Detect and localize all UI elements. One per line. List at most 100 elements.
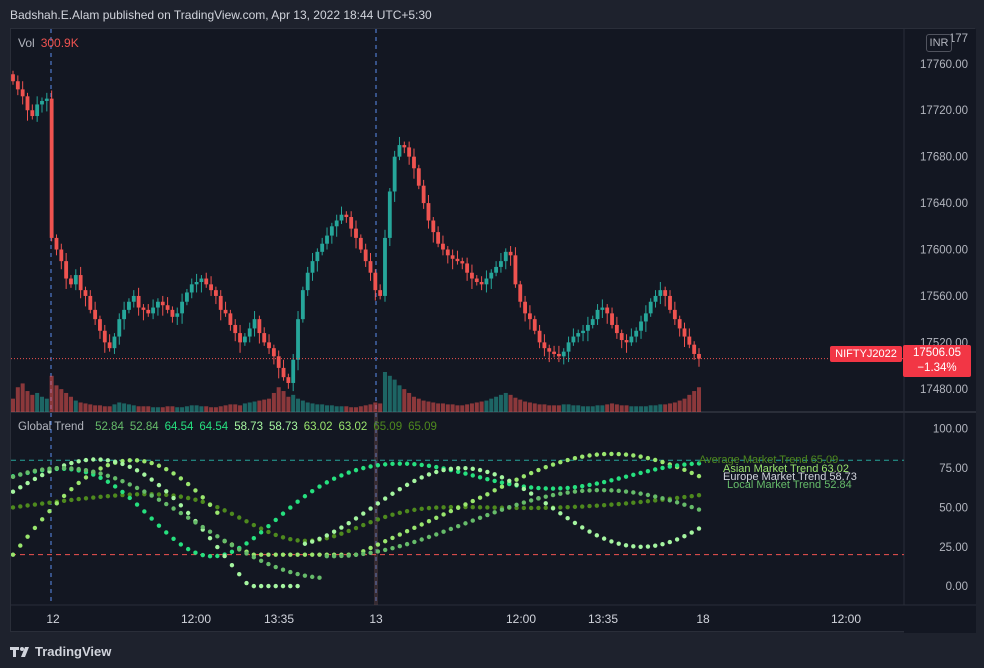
indicator-point: [244, 541, 249, 546]
indicator-point: [76, 466, 81, 472]
candle-body: [204, 278, 209, 285]
volume-bar: [581, 406, 586, 412]
indicator-point: [623, 452, 629, 457]
candle-body: [252, 319, 257, 329]
candle-body: [416, 168, 421, 186]
indicator-point: [390, 545, 395, 551]
candle-body: [160, 301, 165, 306]
candle-body: [11, 74, 15, 82]
indicator-point: [310, 488, 315, 494]
candle-body: [64, 261, 69, 279]
candle-body: [271, 348, 276, 357]
indicator-point: [565, 515, 570, 521]
volume-bar: [204, 406, 209, 412]
volume-bar: [494, 396, 499, 412]
tradingview-brand: TradingView: [35, 644, 112, 659]
indicator-point: [69, 466, 74, 471]
candle-body: [499, 261, 503, 267]
chart-canvas[interactable]: 17760.00 17720.00 17680.00 17640.00 17600.00…: [11, 29, 976, 633]
indicator-point: [207, 529, 213, 534]
candle-body: [320, 243, 325, 252]
indicator-point: [317, 575, 322, 580]
volume-bar: [440, 403, 445, 412]
tradingview-logo[interactable]: TradingView: [10, 644, 111, 659]
indicator-point: [404, 482, 410, 488]
indicator-point: [244, 551, 249, 556]
time-axis-label: 18: [696, 612, 710, 626]
candle-body: [532, 319, 537, 331]
indicator-point: [463, 521, 468, 526]
time-axis-label: 12: [46, 612, 60, 626]
indicator-point: [587, 488, 592, 493]
volume-bar: [373, 402, 378, 412]
volume-bar: [595, 405, 600, 412]
chart-frame[interactable]: 17760.00 17720.00 17680.00 17640.00 17600.00…: [10, 28, 976, 633]
candle-body: [634, 330, 639, 337]
volume-bar: [39, 396, 45, 412]
indicator-point: [616, 488, 621, 494]
ticker-tag: NIFTYJ2022: [830, 346, 902, 362]
indicator-point: [550, 462, 556, 467]
indicator-point: [375, 517, 381, 522]
volume-bar: [30, 394, 35, 412]
indicator-point: [696, 526, 702, 531]
indicator-point: [229, 549, 235, 555]
volume-bar: [199, 406, 204, 412]
indicator-point: [331, 553, 337, 559]
indicator-point: [156, 492, 162, 497]
volume-bar: [547, 405, 552, 412]
candle-body: [363, 249, 368, 262]
indicator-point: [39, 472, 45, 478]
candle-body: [465, 263, 470, 273]
indicator-axis-label: 100.00: [933, 424, 968, 436]
candle-body: [470, 272, 474, 279]
candle-body: [484, 278, 489, 285]
indicator-point: [215, 534, 220, 539]
indicator-point: [631, 453, 636, 458]
indicator-point: [200, 495, 205, 500]
volume-bar: [605, 404, 610, 412]
indicator-point: [623, 501, 629, 506]
indicator-line-label: Local Market Trend 52.84: [727, 479, 852, 491]
indicator-point: [39, 501, 45, 506]
indicator-point: [434, 469, 439, 475]
indicator-point: [404, 541, 410, 547]
indicator-value: 52.84: [129, 421, 159, 433]
indicator-point: [353, 552, 359, 558]
volume-bar: [339, 406, 344, 412]
indicator-point: [339, 473, 344, 478]
indicator-point: [207, 502, 213, 507]
indicator-point: [112, 484, 118, 489]
volume-bar: [503, 392, 508, 412]
last-price: 17506.05: [913, 347, 961, 359]
candle-body: [25, 96, 30, 111]
volume-bar: [155, 407, 160, 412]
volume-bar: [363, 405, 368, 412]
indicator-point: [112, 476, 118, 481]
indicator-point: [18, 504, 23, 509]
indicator-point: [572, 484, 578, 490]
indicator-point: [558, 459, 563, 465]
volume-bar: [64, 392, 69, 412]
indicator-point: [215, 505, 220, 510]
volume-bar: [117, 402, 122, 412]
candle-body: [624, 340, 629, 343]
indicator-point: [653, 467, 658, 472]
indicator-point: [587, 503, 592, 509]
indicator-point: [638, 470, 643, 476]
indicator-point: [280, 535, 286, 540]
currency-badge[interactable]: INR: [926, 34, 952, 52]
candle-body: [310, 261, 315, 273]
last-change: −1.34%: [917, 362, 957, 374]
candle-body: [325, 235, 329, 244]
volume-bar: [136, 406, 141, 412]
volume-bar: [658, 404, 663, 412]
indicator-point: [528, 485, 534, 490]
indicator-point: [47, 500, 52, 505]
price-axis-label: 17560.00: [920, 291, 968, 303]
indicator-point: [572, 520, 578, 526]
candle-body: [421, 185, 426, 204]
candle-body: [697, 353, 701, 359]
candle-body: [643, 313, 648, 322]
indicator-point: [91, 457, 96, 462]
